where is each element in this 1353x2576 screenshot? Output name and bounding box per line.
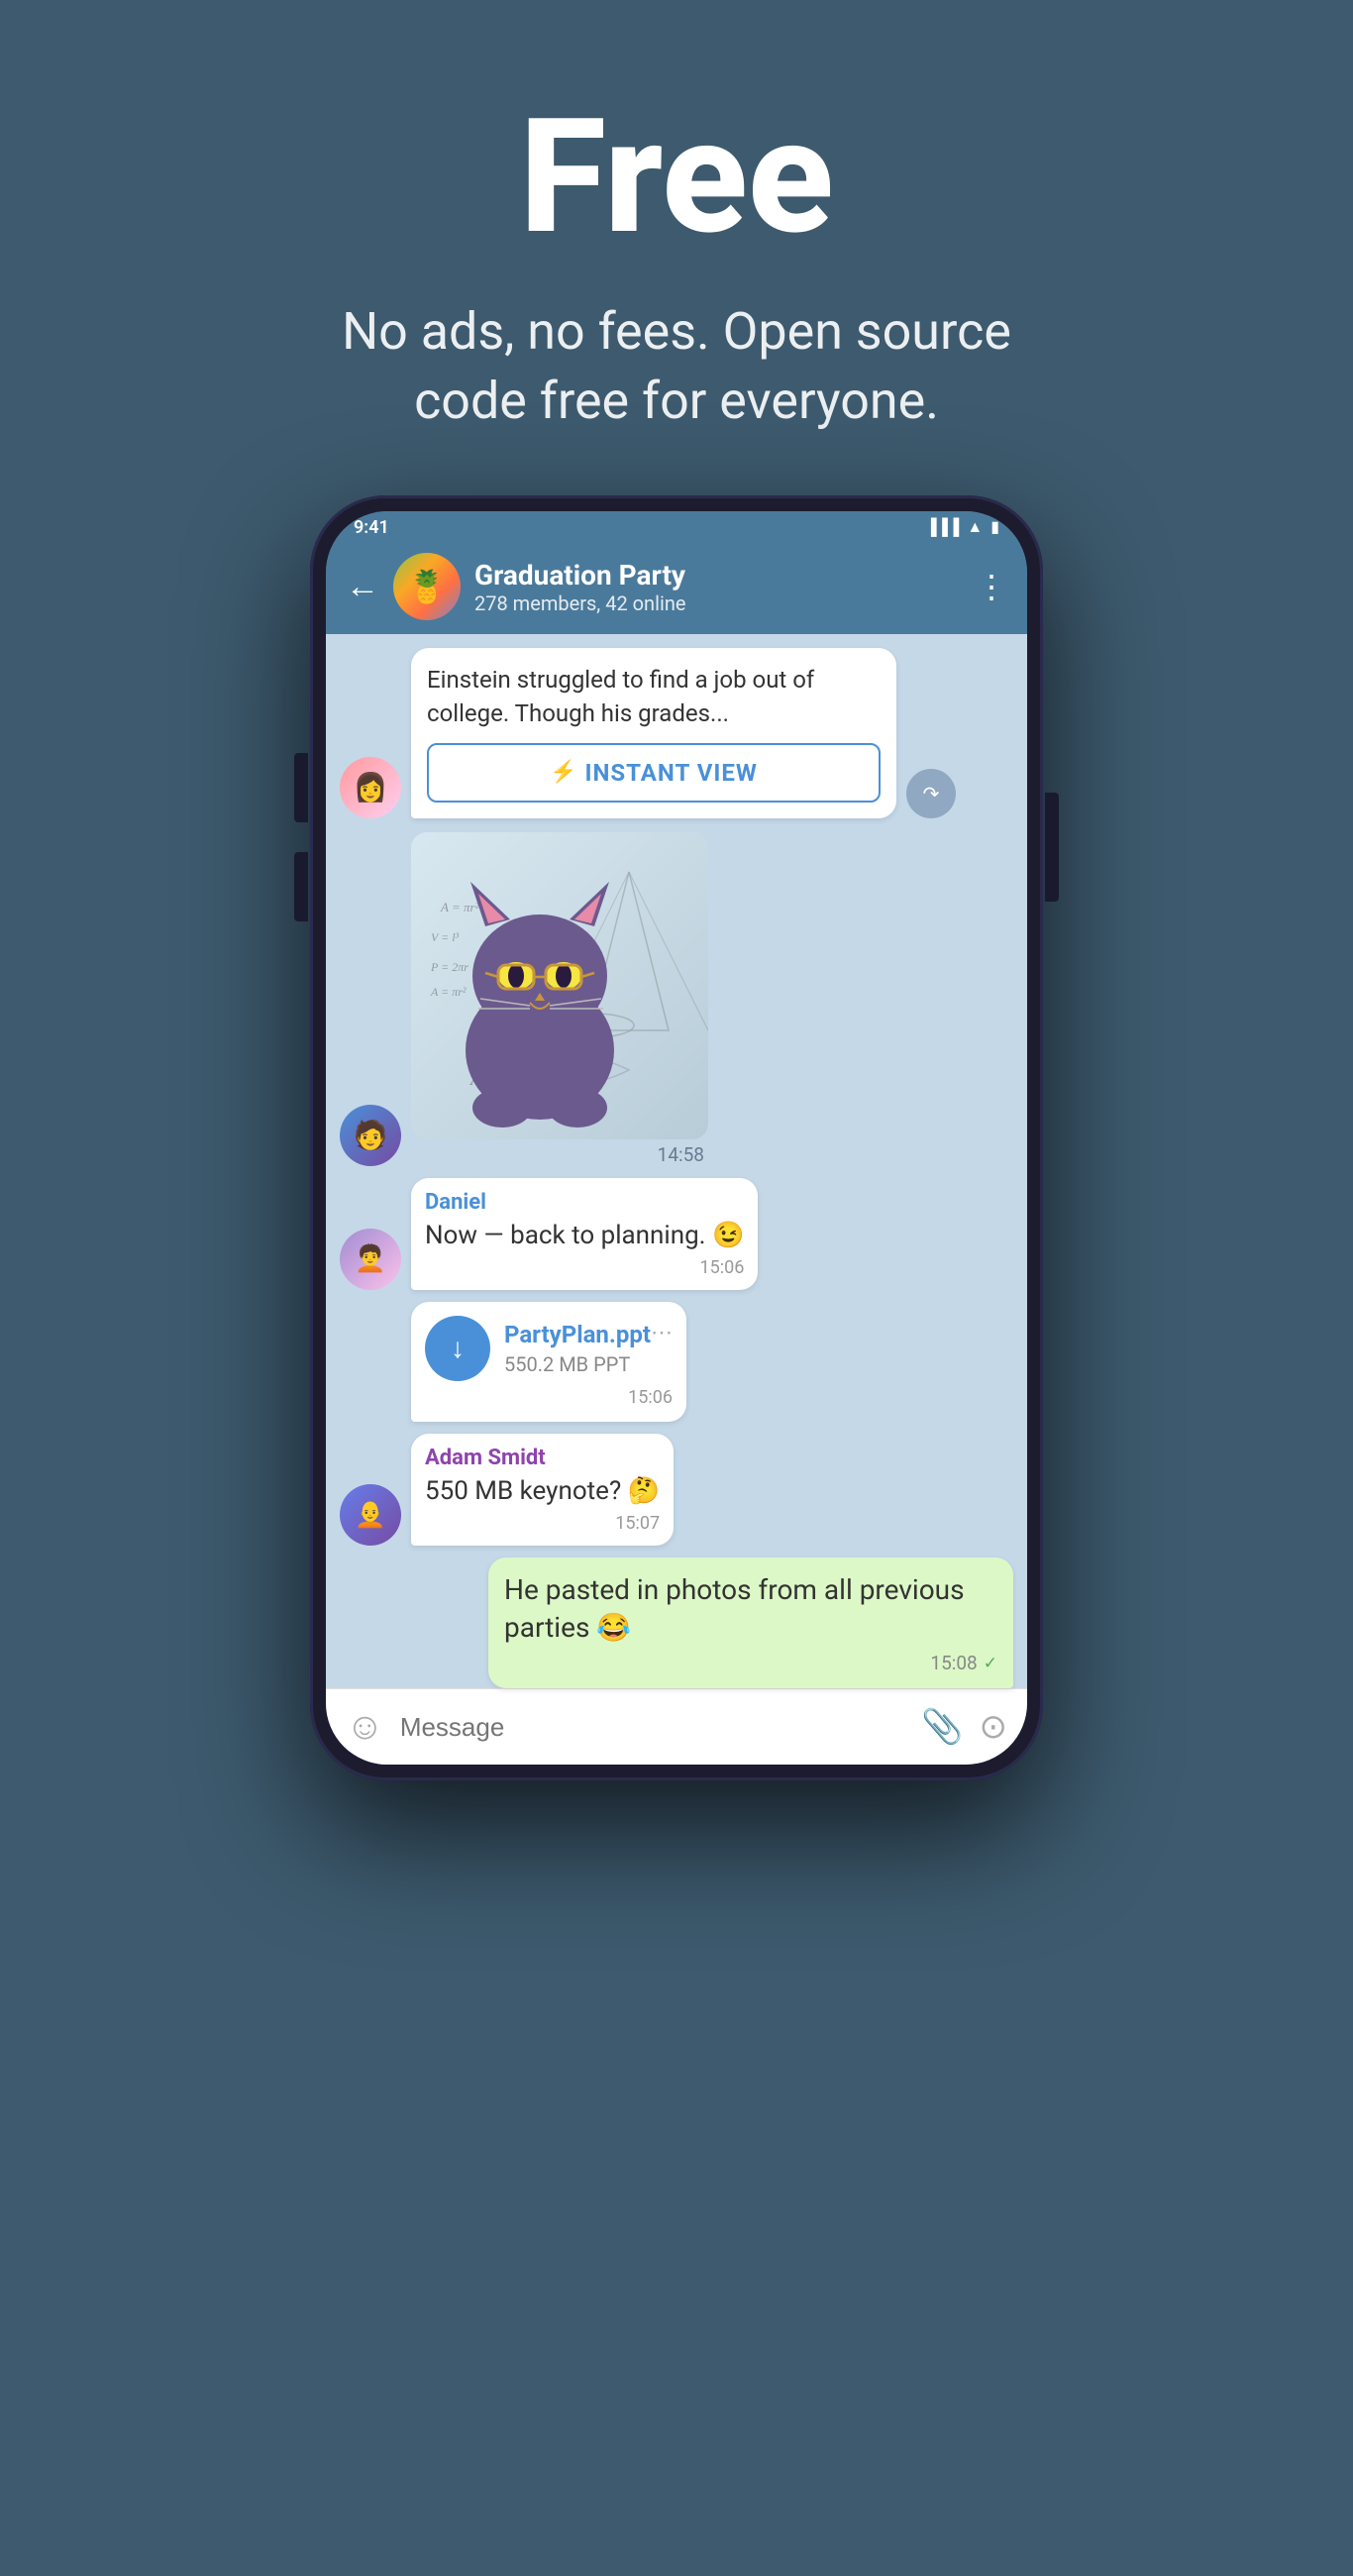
- phone-outer: 9:41 ▐▐▐ ▲ ▮ ← 🍍 Graduation Party 278 me…: [310, 495, 1043, 1780]
- chat-area: 👩 Einstein struggled to find a job out o…: [326, 634, 1027, 1688]
- sticker-row: 🧑: [340, 832, 1013, 1166]
- article-bubble: Einstein struggled to find a job out of …: [411, 648, 896, 817]
- chat-header: ← 🍍 Graduation Party 278 members, 42 onl…: [326, 543, 1027, 634]
- message-check-icon: ✓: [984, 1654, 997, 1673]
- more-button[interactable]: ⋮: [976, 568, 1007, 605]
- emoji-button[interactable]: ☺: [346, 1705, 384, 1749]
- group-info: Graduation Party 278 members, 42 online: [474, 559, 962, 615]
- status-time: 9:41: [354, 517, 389, 538]
- battery-icon: ▮: [990, 517, 999, 537]
- file-content: ↓ PartyPlan.ppt ⋯ 550.2 MB PPT: [425, 1316, 673, 1381]
- own-message-footer: 15:08 ✓: [504, 1652, 997, 1674]
- wifi-icon: ▲: [967, 517, 983, 537]
- file-message-row: ↓ PartyPlan.ppt ⋯ 550.2 MB PPT 15:06: [411, 1302, 1013, 1422]
- message-row-1: 🧑‍🦱 Daniel Now — back to planning. 😉 15:…: [340, 1178, 1013, 1290]
- header-section: Free No ads, no fees. Open source code f…: [0, 0, 1353, 485]
- avatar-adam: 🧑‍🦲: [340, 1484, 401, 1546]
- group-avatar: 🍍: [393, 553, 461, 620]
- cat-sticker: [431, 862, 649, 1129]
- file-info: PartyPlan.ppt ⋯ 550.2 MB PPT: [504, 1321, 673, 1376]
- attach-button[interactable]: 📎: [921, 1707, 963, 1747]
- download-icon: ↓: [451, 1332, 465, 1364]
- instant-view-label: INSTANT VIEW: [584, 759, 757, 787]
- article-text: Einstein struggled to find a job out of …: [427, 664, 881, 730]
- article-message-row: 👩 Einstein struggled to find a job out o…: [340, 648, 1013, 817]
- status-bar: 9:41 ▐▐▐ ▲ ▮: [326, 511, 1027, 543]
- forward-button[interactable]: ↷: [906, 769, 956, 818]
- input-bar: ☺ 📎 ⊙: [326, 1688, 1027, 1765]
- file-size: 550.2 MB PPT: [504, 1352, 673, 1376]
- phone-wrapper: 9:41 ▐▐▐ ▲ ▮ ← 🍍 Graduation Party 278 me…: [310, 495, 1043, 1780]
- message-row-adam: 🧑‍🦲 Adam Smidt 550 MB keynote? 🤔 15:07: [340, 1434, 1013, 1546]
- signal-icon: ▐▐▐: [925, 517, 959, 537]
- volume-button-2: [294, 852, 308, 921]
- own-message-row: He pasted in photos from all previous pa…: [340, 1557, 1013, 1689]
- sticker-time: 14:58: [411, 1143, 708, 1166]
- avatar-male1: 🧑: [340, 1105, 401, 1166]
- file-more-icon[interactable]: ⋯: [651, 1321, 673, 1345]
- avatar-female: 👩: [340, 757, 401, 818]
- file-name: PartyPlan.ppt: [504, 1321, 651, 1348]
- message-time-daniel: 15:06: [425, 1257, 744, 1278]
- bubble-adam: Adam Smidt 550 MB keynote? 🤔 15:07: [411, 1434, 674, 1546]
- status-icons: ▐▐▐ ▲ ▮: [925, 517, 999, 537]
- sticker-visual: A = πr² V = l³ P = 2πr A = πr² s = √(r²+…: [411, 832, 708, 1139]
- message-text-daniel: Now — back to planning. 😉: [425, 1219, 744, 1253]
- avatar-daniel: 🧑‍🦱: [340, 1229, 401, 1290]
- bubble-daniel: Daniel Now — back to planning. 😉 15:06: [411, 1178, 758, 1290]
- instant-view-button[interactable]: ⚡ INSTANT VIEW: [427, 743, 881, 803]
- phone-screen: 9:41 ▐▐▐ ▲ ▮ ← 🍍 Graduation Party 278 me…: [326, 511, 1027, 1765]
- message-time-adam: 15:07: [425, 1513, 660, 1534]
- volume-button: [294, 753, 308, 822]
- file-time: 15:06: [425, 1387, 673, 1408]
- sender-name-adam: Adam Smidt: [425, 1446, 660, 1470]
- own-message-text: He pasted in photos from all previous pa…: [504, 1571, 997, 1647]
- own-message-time: 15:08: [930, 1652, 977, 1674]
- group-members: 278 members, 42 online: [474, 591, 962, 615]
- main-title: Free: [79, 99, 1274, 258]
- subtitle: No ads, no fees. Open source code free f…: [330, 297, 1023, 436]
- message-text-adam: 550 MB keynote? 🤔: [425, 1474, 660, 1509]
- power-button: [1045, 793, 1059, 902]
- sender-name-daniel: Daniel: [425, 1190, 744, 1215]
- file-bubble: ↓ PartyPlan.ppt ⋯ 550.2 MB PPT 15:06: [411, 1302, 686, 1422]
- group-name: Graduation Party: [474, 559, 962, 591]
- download-button[interactable]: ↓: [425, 1316, 490, 1381]
- back-button[interactable]: ←: [346, 567, 379, 606]
- sticker-container: A = πr² V = l³ P = 2πr A = πr² s = √(r²+…: [411, 832, 708, 1166]
- message-input[interactable]: [400, 1712, 905, 1743]
- camera-button[interactable]: ⊙: [980, 1707, 1008, 1747]
- lightning-icon: ⚡: [550, 760, 576, 785]
- own-bubble: He pasted in photos from all previous pa…: [488, 1557, 1013, 1689]
